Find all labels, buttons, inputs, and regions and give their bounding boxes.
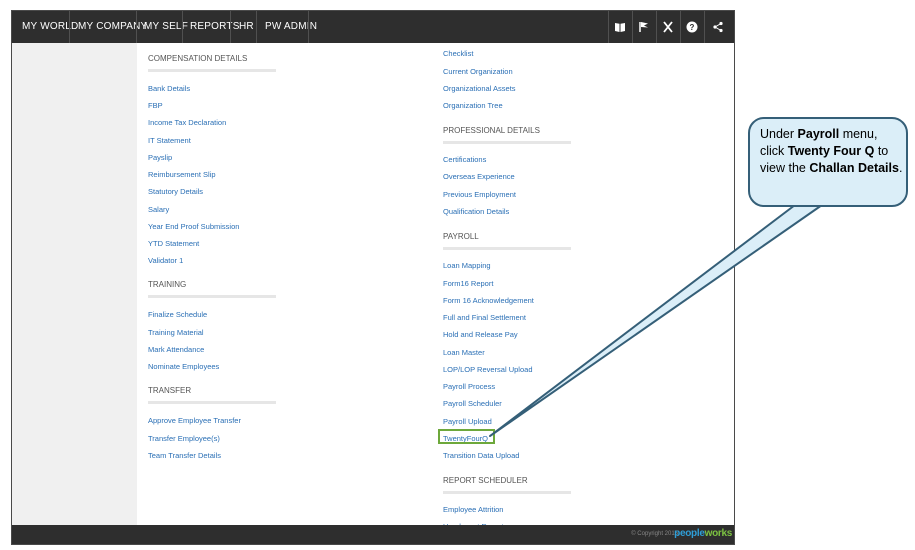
callout-bold: Challan Details [809,160,899,175]
callout-fragment: . [898,160,903,175]
callout-fragment: Under [760,127,798,141]
callout-text: Under Payroll menu, click Twenty Four Q … [760,126,905,177]
callout-bold: Twenty Four Q [787,143,875,158]
callout-pointer [489,204,823,437]
callout-bold: Payroll [797,127,840,141]
